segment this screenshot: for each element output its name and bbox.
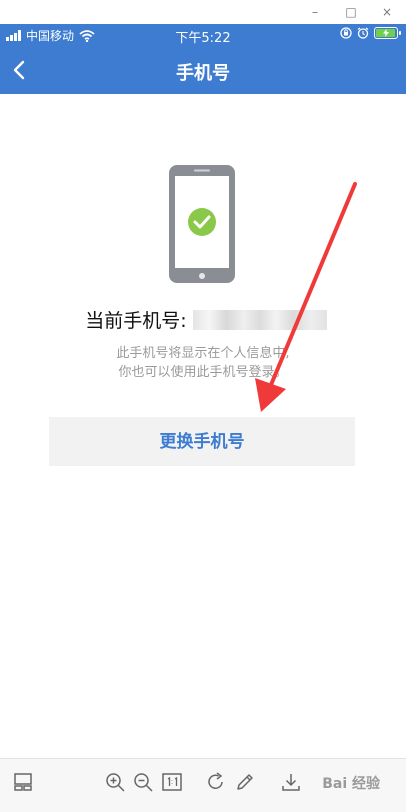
watermark-logo: Bai 经验 [322,776,380,792]
page-title: 手机号 [176,63,230,84]
change-phone-button[interactable]: 更换手机号 [49,417,355,466]
hint-line-2: 你也可以使用此手机号登录。 [118,365,288,380]
phone-verified-icon [169,165,235,283]
masked-phone-number [192,309,327,330]
phone-hint: 此手机号将显示在个人信息中, 你也可以使用此手机号登录。 [0,344,406,382]
status-bar: 中国移动 下午5:22 [0,24,406,46]
zoom-out-icon[interactable] [132,771,154,793]
pencil-icon[interactable] [234,771,256,793]
viewer-toolbar: Bai 经验 [0,758,406,812]
window-controls: – □ × [0,0,406,24]
app-screen: – □ × 中国移动 下午5:22 手机号 当前手机号: 此手机号将显示在个人信… [0,0,406,812]
zoom-in-icon[interactable] [104,771,126,793]
battery-icon [374,27,401,39]
maximize-button[interactable]: □ [344,5,358,19]
download-icon[interactable] [280,771,302,793]
minimize-button[interactable]: – [308,5,322,19]
actual-size-icon[interactable] [161,771,183,793]
orientation-lock-icon [340,27,352,39]
annotation-arrow [255,182,357,412]
thumbnail-icon[interactable] [12,771,34,793]
rotate-icon[interactable] [205,771,227,793]
hint-line-1: 此手机号将显示在个人信息中, [116,346,290,361]
navigation-bar: 手机号 [0,46,406,94]
alarm-icon [357,27,369,39]
current-phone-row: 当前手机号: [0,306,406,333]
current-phone-label: 当前手机号: [85,310,187,332]
close-button[interactable]: × [380,5,394,19]
